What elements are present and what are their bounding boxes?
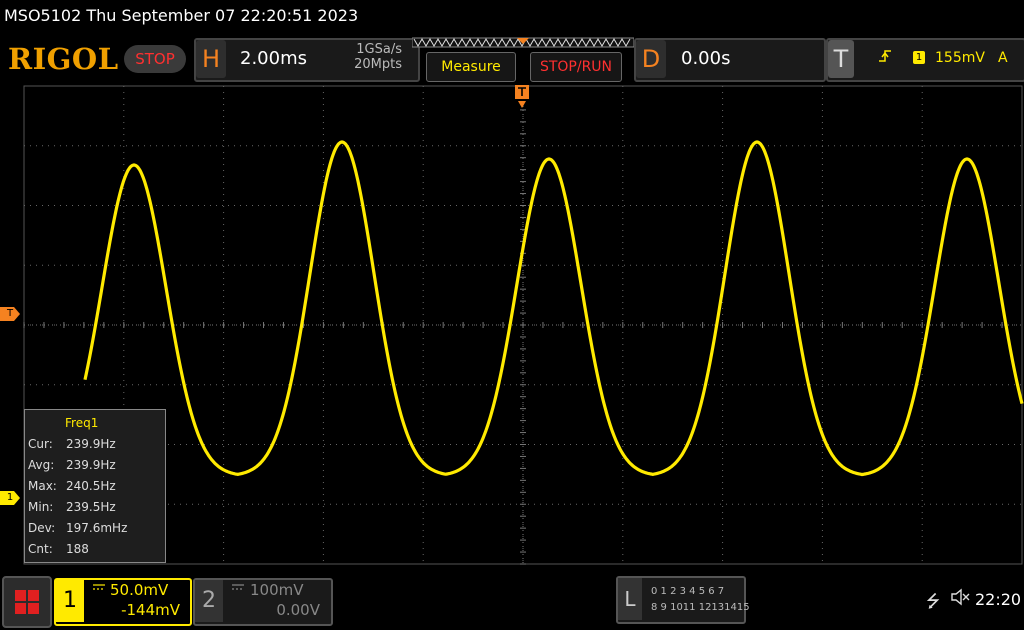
system-clock: 22:20 (975, 590, 1022, 609)
rising-edge-icon (879, 50, 891, 62)
speaker-muted-icon[interactable] (950, 588, 970, 606)
horizontal-label: H (196, 40, 226, 78)
logic-analyzer-label: L (618, 578, 642, 620)
rigol-logo: RIGOL (8, 42, 119, 76)
main-menu-button[interactable] (2, 576, 52, 628)
channel1-number: 1 (56, 580, 84, 622)
sample-rate: 1GSa/s (356, 42, 402, 57)
logic-channels-row1: 0 1 2 3 4 5 6 7 (651, 586, 725, 597)
measurement-label: Min: (28, 500, 54, 514)
memory-depth: 20Mpts (354, 57, 402, 72)
instrument-status-title: MSO5102 Thu September 07 22:20:51 2023 (4, 6, 359, 25)
measurement-value: 239.9Hz (66, 437, 116, 451)
measurement-label: Dev: (28, 521, 56, 535)
usb-icon: ⭍ (926, 592, 941, 612)
trigger-panel[interactable] (826, 38, 1024, 82)
measurement-title: Freq1 (65, 416, 99, 430)
channel2-scale: 100mV (250, 581, 304, 599)
measurement-label: Avg: (28, 458, 55, 472)
measurement-value: 197.6mHz (66, 521, 128, 535)
acquisition-info: 1GSa/s 20Mpts (322, 42, 402, 72)
logic-channels-row2: 8 9 1011 12131415 (651, 602, 750, 613)
menu-grid-icon (15, 590, 39, 614)
delay-value[interactable]: 0.00s (681, 48, 730, 69)
measurement-value: 239.5Hz (66, 500, 116, 514)
measurement-value: 240.5Hz (66, 479, 116, 493)
measure-button[interactable]: Measure (426, 52, 516, 82)
timebase-value[interactable]: 2.00ms (240, 48, 307, 69)
trigger-source-badge: 1 (913, 51, 925, 64)
measurement-value: 188 (66, 542, 89, 556)
delay-label: D (636, 40, 666, 78)
dc-coupling-icon (93, 584, 105, 590)
measurement-label: Cnt: (28, 542, 53, 556)
measurement-label: Max: (28, 479, 57, 493)
channel1-offset: -144mV (121, 601, 180, 619)
trigger-mode[interactable]: A (998, 50, 1008, 66)
dc-coupling-icon (232, 584, 244, 590)
trigger-time-marker[interactable] (515, 85, 529, 109)
run-state-badge[interactable]: STOP (124, 45, 186, 73)
channel1-trace (83, 140, 1024, 477)
channel2-number: 2 (195, 580, 223, 622)
channel2-offset: 0.00V (276, 601, 320, 619)
stop-run-button[interactable]: STOP/RUN (530, 52, 622, 82)
measurement-value: 239.9Hz (66, 458, 116, 472)
measurement-label: Cur: (28, 437, 53, 451)
memory-position-bar[interactable] (412, 37, 634, 49)
trigger-label: T (828, 40, 854, 78)
trigger-level-value[interactable]: 155mV (935, 50, 985, 66)
channel1-scale: 50.0mV (110, 581, 169, 599)
